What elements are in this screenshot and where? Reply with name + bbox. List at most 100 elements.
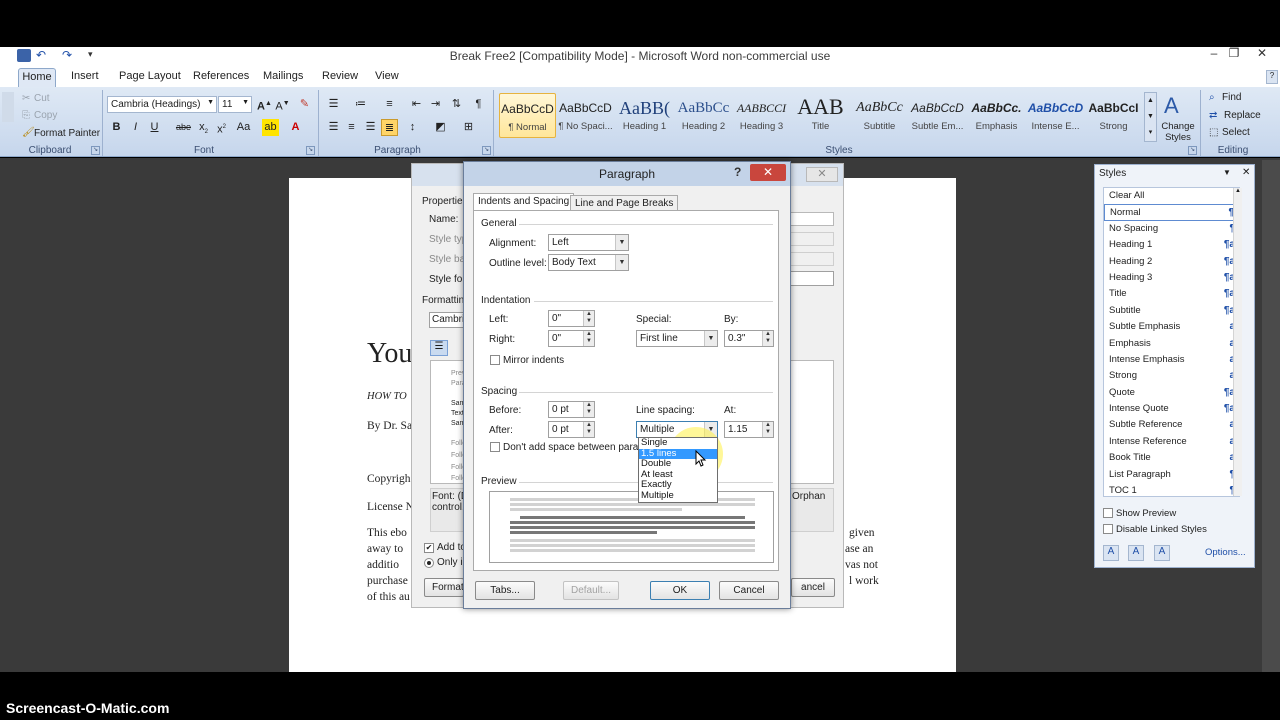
style-item-list-paragraph[interactable]: List Paragraph¶ xyxy=(1104,467,1239,483)
minimize-button[interactable]: – xyxy=(1203,47,1225,60)
paste-icon[interactable] xyxy=(2,92,14,122)
style-item-toc-1[interactable]: TOC 1¶ xyxy=(1104,483,1239,499)
replace-button[interactable]: Replace xyxy=(1224,110,1261,121)
spinner-icon[interactable]: ▲ ▼ xyxy=(762,422,773,437)
format-button[interactable]: Format xyxy=(424,578,464,597)
increase-indent-icon[interactable]: ⇥ xyxy=(427,96,444,113)
after-input[interactable]: 0 pt ▲ ▼ xyxy=(548,421,595,438)
style-type-select[interactable] xyxy=(790,232,834,246)
paragraph-launcher-icon[interactable]: ↘ xyxy=(482,146,491,155)
find-button[interactable]: Find xyxy=(1222,92,1241,103)
help-button[interactable]: ? xyxy=(734,165,741,179)
bold-icon[interactable]: B xyxy=(108,119,125,136)
spinner-icon[interactable]: ▲ ▼ xyxy=(583,331,594,346)
dont-add-space-checkbox[interactable] xyxy=(490,442,500,452)
spinner-icon[interactable]: ▲ ▼ xyxy=(583,311,594,326)
style-item-heading-3[interactable]: Heading 3 ¶a xyxy=(1104,270,1239,286)
alignment-select[interactable]: Left ▼ xyxy=(548,234,629,251)
change-styles-button[interactable]: Change Styles xyxy=(1160,121,1196,143)
style-item-title[interactable]: Title ¶a xyxy=(1104,286,1239,302)
spinner-icon[interactable]: ▲ ▼ xyxy=(583,402,594,417)
shading-icon[interactable]: ◩ xyxy=(432,119,449,136)
style-item-emphasis[interactable]: Emphasisa xyxy=(1104,336,1239,352)
style-inspector-icon[interactable]: A xyxy=(1128,545,1144,561)
style-tile-emphasis[interactable]: AaBbCc. Emphasis xyxy=(968,93,1025,138)
select-button[interactable]: Select xyxy=(1222,127,1250,138)
style-tile-strong[interactable]: AaBbCcI Strong xyxy=(1085,93,1142,138)
special-select[interactable]: First line ▼ xyxy=(636,330,718,347)
tab-home[interactable]: Home xyxy=(18,68,56,87)
style-tile-normal[interactable]: AaBbCcD ¶ Normal xyxy=(499,93,556,138)
styles-list-scrollbar[interactable]: ▲ xyxy=(1233,188,1242,496)
align-left-icon[interactable]: ☰ xyxy=(325,119,342,136)
style-item-subtitle[interactable]: Subtitle ¶a xyxy=(1104,303,1239,319)
by-input[interactable]: 0.3" ▲ ▼ xyxy=(724,330,774,347)
spinner-icon[interactable]: ▲ ▼ xyxy=(762,331,773,346)
before-input[interactable]: 0 pt ▲ ▼ xyxy=(548,401,595,418)
shrink-font-icon[interactable]: A▼ xyxy=(274,96,291,113)
name-input[interactable] xyxy=(790,212,834,226)
style-item-quote[interactable]: Quote ¶a xyxy=(1104,385,1239,401)
right-indent-input[interactable]: 0" ▲ ▼ xyxy=(548,330,595,347)
paragraph-close-icon[interactable]: ✕ xyxy=(750,164,786,181)
style-tile-heading-2[interactable]: AaBbCc Heading 2 xyxy=(675,93,732,138)
gallery-scroll-icon[interactable]: ▲ ▼ ▾ xyxy=(1144,92,1157,142)
multilevel-list-icon[interactable]: ≡ xyxy=(381,96,398,113)
line-spacing-icon[interactable]: ↕ xyxy=(404,119,421,136)
style-tile-heading-1[interactable]: AaBB( Heading 1 xyxy=(616,93,673,138)
style-item-intense-emphasis[interactable]: Intense Emphasisa xyxy=(1104,352,1239,368)
add-to-template-checkbox[interactable]: ✔ xyxy=(424,543,434,553)
style-item-strong[interactable]: Stronga xyxy=(1104,368,1239,384)
tabs-button[interactable]: Tabs... xyxy=(475,581,535,600)
style-tile-intense-emphasis[interactable]: AaBbCcD Intense E... xyxy=(1027,93,1084,138)
vertical-scrollbar[interactable] xyxy=(1262,160,1280,672)
new-style-icon[interactable]: A xyxy=(1103,545,1119,561)
style-tile-title[interactable]: AAB Title xyxy=(792,93,849,138)
dropdown-option[interactable]: Multiple xyxy=(639,490,717,502)
manage-styles-icon[interactable]: A xyxy=(1154,545,1170,561)
tab-view[interactable]: View xyxy=(371,70,403,86)
restore-button[interactable]: ❐ xyxy=(1223,47,1245,60)
cut-button[interactable]: Cut xyxy=(34,93,50,104)
styles-launcher-icon[interactable]: ↘ xyxy=(1188,146,1197,155)
style-item-intense-reference[interactable]: Intense Referencea xyxy=(1104,434,1239,450)
show-marks-icon[interactable]: ¶ xyxy=(470,96,487,113)
format-painter-button[interactable]: Format Painter xyxy=(34,128,100,139)
style-item-normal[interactable]: Normal ¶ xyxy=(1104,204,1239,221)
tab-page-layout[interactable]: Page Layout xyxy=(115,70,185,86)
style-item-heading-1[interactable]: Heading 1 ¶a xyxy=(1104,237,1239,253)
pane-close-icon[interactable]: ✕ xyxy=(1242,167,1250,178)
default-button[interactable]: Default... xyxy=(563,581,619,600)
tab-insert[interactable]: Insert xyxy=(67,70,103,86)
font-select[interactable]: Cambria xyxy=(429,312,470,328)
highlight-icon[interactable]: ab xyxy=(262,119,279,136)
cancel-button[interactable]: Cancel xyxy=(719,581,779,600)
justify-icon[interactable]: ≣ xyxy=(381,119,398,136)
pane-menu-icon[interactable]: ▼ xyxy=(1223,168,1231,177)
outline-level-select[interactable]: Body Text ▼ xyxy=(548,254,629,271)
decrease-indent-icon[interactable]: ⇤ xyxy=(408,96,425,113)
at-input[interactable]: 1.15 ▲ ▼ xyxy=(724,421,774,438)
style-item-intense-quote[interactable]: Intense Quote ¶a xyxy=(1104,401,1239,417)
tab-mailings[interactable]: Mailings xyxy=(259,70,307,86)
bullets-icon[interactable]: ☰ xyxy=(325,96,342,113)
style-following-select[interactable] xyxy=(790,271,834,286)
align-right-icon[interactable]: ☰ xyxy=(362,119,379,136)
borders-icon[interactable]: ⊞ xyxy=(460,119,477,136)
style-item-no-spacing[interactable]: No Spacing¶ xyxy=(1104,221,1239,237)
mirror-indents-checkbox[interactable] xyxy=(490,355,500,365)
help-icon[interactable]: ? xyxy=(1266,70,1278,84)
style-item-subtle-emphasis[interactable]: Subtle Emphasisa xyxy=(1104,319,1239,335)
tab-references[interactable]: References xyxy=(189,70,253,86)
dropdown-option[interactable]: Single xyxy=(639,437,717,449)
spinner-icon[interactable]: ▲ ▼ xyxy=(583,422,594,437)
subscript-icon[interactable]: x2 xyxy=(195,119,212,136)
numbering-icon[interactable]: ≔ xyxy=(352,96,369,113)
style-item-book-title[interactable]: Book Titlea xyxy=(1104,450,1239,466)
style-tile-subtitle[interactable]: AaBbCc Subtitle xyxy=(851,93,908,138)
left-indent-input[interactable]: 0" ▲ ▼ xyxy=(548,310,595,327)
font-size-combo[interactable]: 11 ▼ xyxy=(218,96,252,113)
clipboard-launcher-icon[interactable]: ↘ xyxy=(91,146,100,155)
clear-formatting-icon[interactable]: ✎ xyxy=(296,96,313,113)
style-item-clear-all[interactable]: Clear All xyxy=(1104,188,1239,204)
